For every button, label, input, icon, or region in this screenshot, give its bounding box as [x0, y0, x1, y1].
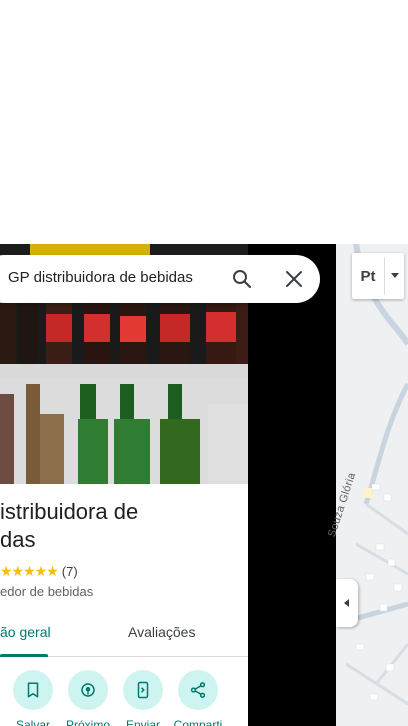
close-icon[interactable] — [282, 267, 306, 291]
place-panel: istribuidora de das ★★★★★ (7) edor de be… — [0, 244, 248, 726]
layers-button[interactable]: Pt — [352, 253, 404, 299]
search-box[interactable]: GP distribuidora de bebidas — [0, 255, 320, 303]
tab-overview[interactable]: ão geral — [0, 624, 51, 640]
rating-row[interactable]: ★★★★★ (7) — [0, 563, 78, 580]
action-buttons: Salvar Próximo Enviar Comparti — [0, 668, 248, 726]
place-category[interactable]: edor de bebidas — [0, 584, 93, 599]
save-button[interactable]: Salvar — [5, 670, 61, 726]
bookmark-icon — [13, 670, 53, 710]
place-title-line2: das — [0, 527, 36, 552]
share-icon — [178, 670, 218, 710]
layers-label[interactable]: Pt — [352, 253, 384, 299]
rating-stars: ★★★★★ — [0, 563, 59, 579]
send-to-phone-icon — [123, 670, 163, 710]
blank-area — [0, 0, 408, 244]
panel-shadow-gap — [248, 244, 336, 726]
tab-reviews[interactable]: Avaliações — [128, 624, 195, 640]
place-title-line1: istribuidora de — [0, 499, 139, 524]
nearby-icon — [68, 670, 108, 710]
place-title: istribuidora de das — [0, 498, 248, 554]
nearby-label: Próximo — [65, 718, 110, 726]
review-count[interactable]: (7) — [62, 564, 78, 579]
save-label: Salvar — [15, 718, 50, 726]
send-to-phone-button[interactable]: Enviar — [115, 670, 171, 726]
send-label: Enviar — [125, 718, 160, 726]
collapse-panel-button[interactable] — [336, 579, 358, 627]
search-icon[interactable] — [230, 267, 254, 291]
caret-down-icon[interactable] — [385, 253, 404, 299]
share-label: Comparti — [173, 718, 223, 726]
chevron-left-icon — [344, 599, 349, 607]
place-tabs: ão geral Avaliações — [0, 616, 248, 657]
nearby-button[interactable]: Próximo — [60, 670, 116, 726]
search-input[interactable]: GP distribuidora de bebidas — [8, 269, 193, 286]
tab-active-indicator — [0, 654, 48, 657]
share-button[interactable]: Comparti — [170, 670, 226, 726]
